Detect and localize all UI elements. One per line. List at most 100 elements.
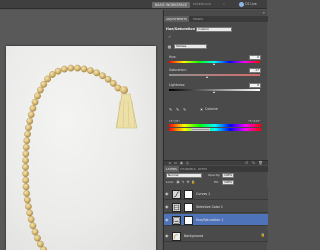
bead — [34, 234, 41, 242]
bead — [22, 163, 29, 171]
saturation-value-field[interactable]: -17 — [249, 68, 261, 73]
saturation-label: Saturation: — [169, 68, 187, 72]
bead — [23, 137, 31, 145]
hue-label: Hue: — [169, 55, 177, 59]
eye-icon[interactable]: ◉ — [165, 217, 170, 222]
bead — [87, 67, 94, 74]
more-workspaces-icon[interactable]: » — [223, 2, 225, 7]
tab-layers[interactable]: LAYERS — [164, 166, 179, 172]
bead — [37, 240, 44, 248]
bead — [24, 196, 31, 204]
range-selector[interactable] — [191, 127, 210, 131]
bead — [22, 150, 30, 158]
bead — [25, 124, 32, 131]
layer-name[interactable]: Background — [184, 230, 203, 242]
layer-name[interactable]: Selective Color 1 — [196, 201, 223, 213]
tab-adjustments[interactable]: ADJUSTMENTS — [164, 16, 189, 22]
lock-pixels-icon[interactable]: ✎ — [181, 180, 185, 185]
layer-row-selective-color[interactable]: ◉ Selective Color 1 — [164, 201, 268, 213]
output-spectrum-bar[interactable] — [169, 128, 261, 131]
input-spectrum-bar — [169, 124, 261, 127]
lock-icon: 🔒 — [260, 233, 265, 237]
layer-name[interactable]: Hue/Saturation 1 — [196, 214, 223, 226]
hue-slider-thumb[interactable] — [212, 63, 215, 65]
bead — [80, 65, 88, 73]
lightness-slider-thumb[interactable] — [212, 91, 215, 93]
eye-icon[interactable]: ◉ — [165, 233, 170, 238]
cs-live-button[interactable]: CS Live — [245, 2, 257, 7]
lock-transparency-icon[interactable]: ▣ — [176, 180, 180, 185]
bead — [109, 80, 117, 87]
eye-icon[interactable]: ◉ — [165, 204, 170, 209]
adjustment-title: Hue/Saturation — [166, 27, 196, 31]
layer-name[interactable]: Curves 1 — [196, 188, 210, 200]
bead — [74, 64, 81, 72]
bead — [37, 86, 44, 94]
bead — [34, 92, 41, 100]
tassel — [115, 86, 138, 129]
layer-row-curves[interactable]: ◉ Curves 1 — [164, 188, 268, 200]
layer-mask-thumbnail[interactable] — [184, 189, 193, 199]
bead — [22, 143, 30, 151]
layer-row-hue-saturation[interactable]: ◉ Hue/Saturation 1 — [164, 214, 268, 226]
saturation-slider-thumb[interactable] — [205, 76, 208, 78]
bead — [29, 222, 37, 230]
hue-saturation-icon — [172, 215, 181, 225]
layer-row-background[interactable]: ◉ Background 🔒 — [164, 230, 268, 242]
opacity-field[interactable]: 100% — [222, 173, 234, 178]
hand-target-icon[interactable]: ☝ — [167, 34, 172, 39]
document-canvas-area[interactable] — [0, 10, 162, 250]
lock-all-icon[interactable]: 🔒 — [191, 180, 195, 185]
bead — [31, 98, 39, 106]
bead — [22, 183, 30, 191]
eye-icon[interactable]: ◉ — [165, 191, 170, 196]
selective-color-icon — [172, 202, 181, 212]
bead — [25, 203, 32, 210]
bead — [26, 117, 34, 125]
bead — [40, 80, 48, 88]
fill-field[interactable]: 100% — [222, 180, 234, 185]
saturation-slider-track[interactable] — [169, 74, 260, 76]
essentials-workspace-link[interactable]: ESSENTIALS — [193, 2, 211, 7]
channel-icon: ▦ — [167, 44, 172, 49]
layer-mask-thumbnail[interactable] — [184, 202, 193, 212]
cs-live-icon[interactable] — [239, 2, 244, 7]
colorize-checkbox[interactable] — [200, 108, 203, 111]
blend-mode-select[interactable]: Normal — [166, 173, 202, 178]
tab-channels[interactable]: CHANNELS — [178, 166, 198, 172]
photo-thumbnail — [172, 231, 181, 241]
bead — [23, 190, 30, 197]
eyedropper-icon[interactable]: ✎ — [169, 107, 174, 112]
bead — [44, 75, 51, 83]
range-right-label: 75°\105° — [248, 119, 261, 123]
tab-paths[interactable]: PATHS — [196, 166, 209, 172]
lightness-value-field[interactable]: 0 — [249, 83, 261, 88]
adjustments-tabs: ADJUSTMENTS MASKS — [164, 16, 268, 22]
tab-masks[interactable]: MASKS — [191, 16, 205, 22]
bead — [29, 104, 37, 112]
bead — [99, 72, 106, 80]
bead — [27, 111, 35, 119]
eyedropper-minus-icon[interactable]: ✎ — [183, 107, 188, 112]
hue-value-field[interactable]: 0 — [249, 55, 261, 60]
eyedropper-plus-icon[interactable]: ✎ — [176, 107, 181, 112]
bead — [61, 65, 68, 73]
bead — [54, 67, 62, 75]
bead — [22, 170, 29, 178]
colorize-label: Colorize — [205, 107, 218, 111]
document-image[interactable] — [6, 46, 156, 250]
preset-select[interactable]: Custom — [196, 26, 232, 32]
panel-dock: » ADJUSTMENTS MASKS Hue/Saturation Custo… — [163, 10, 268, 250]
lock-label: Lock: — [166, 180, 174, 184]
layer-mask-thumbnail[interactable] — [184, 215, 193, 225]
layers-tabs: LAYERS CHANNELS PATHS — [164, 166, 268, 172]
bead — [24, 130, 31, 138]
lock-position-icon[interactable]: ✥ — [186, 180, 190, 185]
bead — [104, 75, 112, 83]
range-left-label: 15°/45° — [169, 119, 180, 123]
bead — [22, 176, 30, 184]
basic-workspace-button[interactable]: BASIC WORKSPACE — [152, 1, 191, 8]
bead — [93, 69, 100, 77]
bead — [22, 157, 29, 164]
channel-select[interactable]: Yellows — [174, 44, 207, 49]
